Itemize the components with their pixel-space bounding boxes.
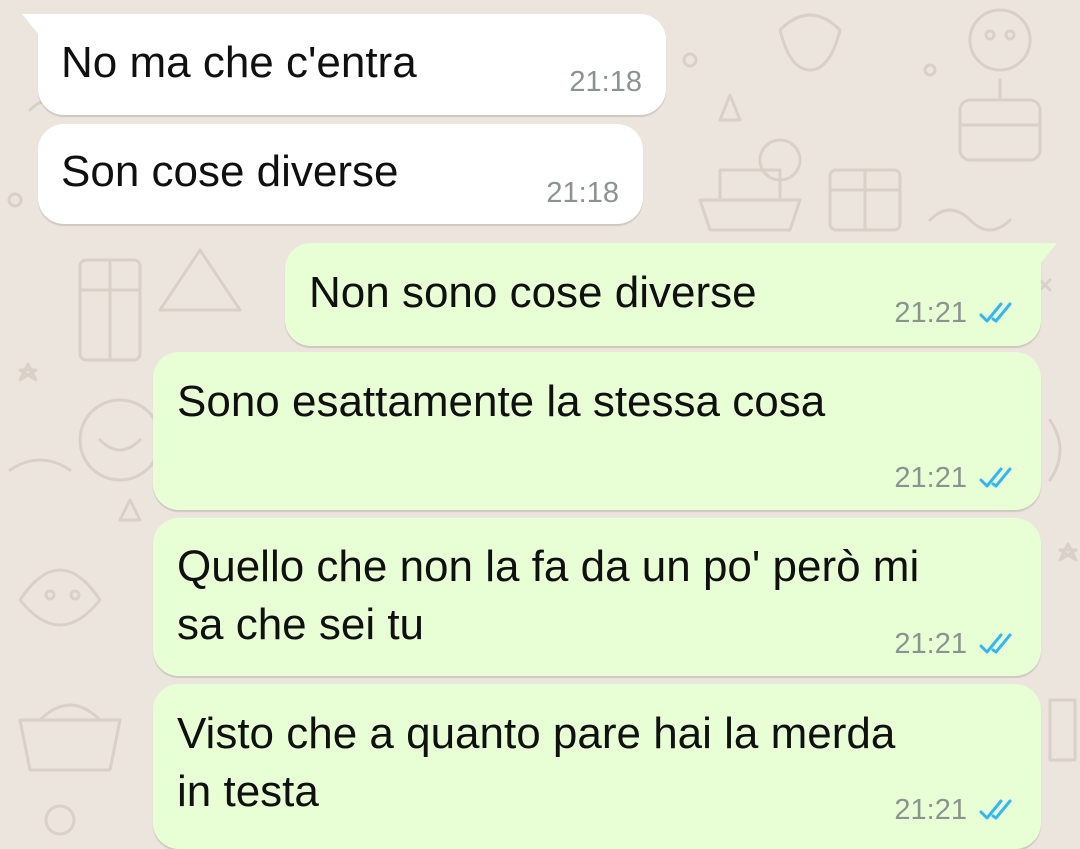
chat-messages[interactable]: No ma che c'entra 21:18 Son cose diverse…: [0, 0, 1080, 849]
message-meta: 21:21: [894, 463, 1019, 493]
double-check-read-icon: [979, 467, 1012, 488]
message-timestamp: 21:21: [894, 297, 967, 329]
bubble-tail: [1039, 243, 1057, 265]
message-bubble-incoming[interactable]: Son cose diverse 21:18: [38, 124, 643, 224]
message-timestamp: 21:21: [894, 462, 967, 494]
double-check-read-icon: [979, 799, 1012, 820]
message-timestamp: 21:18: [569, 66, 642, 98]
message-bubble-outgoing[interactable]: Quello che non la fa da un po' però mi s…: [153, 518, 1041, 676]
message-text: No ma che c'entra: [61, 38, 417, 87]
bubble-tail: [22, 14, 40, 36]
message-bubble-outgoing[interactable]: Non sono cose diverse 21:21: [285, 243, 1057, 346]
message-meta: 21:21: [894, 298, 1019, 328]
message-meta: 21:18: [569, 67, 642, 97]
message-text: Son cose diverse: [61, 147, 399, 196]
message-meta: 21:18: [546, 178, 619, 208]
message-text: Sono esattamente la stessa cosa: [177, 377, 826, 426]
message-timestamp: 21:21: [894, 794, 967, 826]
message-bubble-outgoing[interactable]: Sono esattamente la stessa cosa 21:21: [153, 352, 1041, 510]
message-timestamp: 21:21: [894, 628, 967, 660]
message-bubble-outgoing[interactable]: Visto che a quanto pare hai la merda in …: [153, 684, 1041, 849]
message-meta: 21:21: [894, 795, 1019, 825]
message-text: Visto che a quanto pare hai la merda in …: [177, 709, 896, 816]
double-check-read-icon: [979, 302, 1012, 323]
message-bubble-incoming[interactable]: No ma che c'entra 21:18: [22, 14, 666, 115]
message-timestamp: 21:18: [546, 177, 619, 209]
double-check-read-icon: [979, 633, 1012, 654]
message-meta: 21:21: [894, 629, 1019, 659]
message-text: Non sono cose diverse: [309, 268, 757, 317]
message-text: Quello che non la fa da un po' però mi s…: [177, 542, 920, 649]
